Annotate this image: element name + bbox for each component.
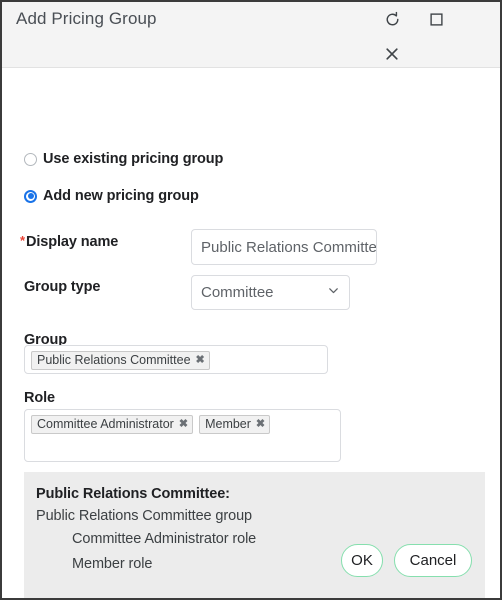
- chip-label: Member: [205, 417, 251, 432]
- chip-remove-icon[interactable]: ✖: [256, 419, 265, 430]
- chip-label: Committee Administrator: [37, 417, 174, 432]
- radio-indicator-add-new[interactable]: [24, 189, 37, 203]
- dialog-title: Add Pricing Group: [16, 9, 157, 28]
- radio-label-use-existing: Use existing pricing group: [43, 151, 224, 167]
- radio-label-add-new: Add new pricing group: [43, 188, 199, 204]
- chip-remove-icon[interactable]: ✖: [196, 355, 205, 366]
- chevron-down-icon: [327, 284, 340, 302]
- chip[interactable]: Member ✖: [199, 415, 271, 434]
- role-label: Role: [24, 390, 56, 406]
- summary-title: Public Relations Committee:: [36, 486, 230, 502]
- chip[interactable]: Committee Administrator ✖: [31, 415, 194, 434]
- close-icon[interactable]: [381, 43, 403, 65]
- display-name-input[interactable]: Public Relations Committee: [191, 229, 377, 265]
- add-pricing-group-dialog: Add Pricing Group Use existing pricing g…: [0, 0, 502, 600]
- chip-remove-icon[interactable]: ✖: [179, 419, 188, 430]
- dialog-footer: OK Cancel: [2, 532, 500, 598]
- refresh-icon[interactable]: [381, 8, 403, 30]
- dialog-body: Use existing pricing group Add new prici…: [2, 68, 500, 598]
- chip[interactable]: Public Relations Committee ✖: [31, 351, 210, 370]
- ok-button[interactable]: OK: [341, 544, 383, 577]
- role-multiselect[interactable]: Committee Administrator ✖ Member ✖: [24, 409, 341, 462]
- summary-line-group: Public Relations Committee group: [36, 508, 253, 524]
- radio-use-existing-pricing-group[interactable]: Use existing pricing group: [24, 151, 223, 167]
- maximize-icon[interactable]: [425, 8, 447, 30]
- radio-add-new-pricing-group[interactable]: Add new pricing group: [24, 188, 199, 204]
- role-chip-list: Committee Administrator ✖ Member ✖: [31, 415, 334, 434]
- dialog-titlebar: Add Pricing Group: [2, 2, 500, 68]
- cancel-button[interactable]: Cancel: [394, 544, 472, 577]
- display-name-label: *Display name: [20, 234, 118, 250]
- group-chip-list: Public Relations Committee ✖: [31, 351, 321, 370]
- radio-indicator-use-existing[interactable]: [24, 152, 37, 166]
- group-type-selected-value: Committee: [201, 284, 274, 301]
- required-asterisk: *: [20, 233, 25, 248]
- group-type-select[interactable]: Committee: [191, 275, 350, 310]
- chip-label: Public Relations Committee: [37, 353, 191, 368]
- group-type-label: Group type: [24, 279, 101, 295]
- display-name-label-text: Display name: [25, 234, 119, 250]
- group-multiselect[interactable]: Public Relations Committee ✖: [24, 345, 328, 374]
